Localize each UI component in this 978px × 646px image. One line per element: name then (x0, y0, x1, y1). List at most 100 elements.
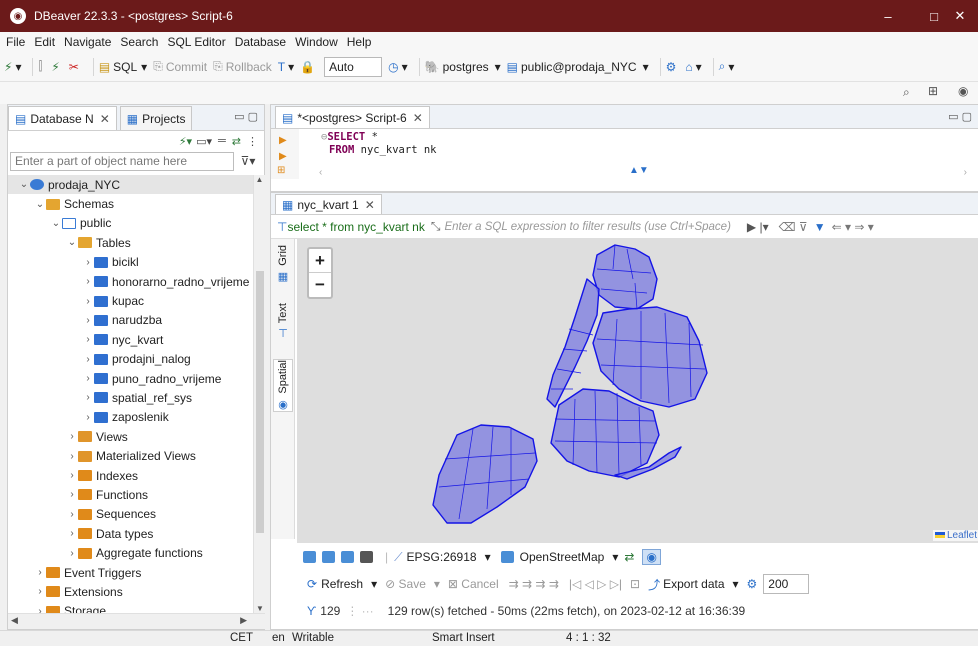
map-attribution[interactable]: Leaflet (932, 530, 978, 541)
connect-button[interactable]: ⫿ (38, 59, 45, 74)
results-filter-input[interactable]: Enter a SQL expression to filter results… (444, 221, 730, 233)
dropdown-arrow-icon[interactable]: ▾ (371, 577, 377, 591)
tab-database-navigator[interactable]: ▤ Database N ✕ (8, 106, 117, 130)
zoom-in-button[interactable]: + (309, 249, 331, 273)
tree-node[interactable]: › Aggregate functions (8, 543, 253, 562)
tree-node[interactable]: › Views (8, 427, 253, 446)
minimize-button[interactable]: – (868, 0, 908, 32)
chevron-right-icon[interactable]: › (82, 296, 94, 307)
print-icon[interactable] (360, 551, 373, 563)
menu-help[interactable]: Help (347, 35, 372, 49)
collapse-all-icon[interactable]: ═ (218, 135, 226, 147)
tab-grid[interactable]: Grid ▦ (273, 245, 293, 283)
perspective-icon[interactable]: ⊞ (928, 84, 938, 98)
menu-search[interactable]: Search (120, 35, 158, 49)
page-navigation-icon[interactable]: |◁ ◁ ▷ ▷| (569, 577, 622, 591)
project-button[interactable]: ⌂ ▾ (685, 60, 701, 74)
chevron-right-icon[interactable]: › (66, 431, 78, 442)
tab-text[interactable]: Text ⊤ (273, 303, 293, 340)
tree-node[interactable]: › Event Triggers (8, 563, 253, 582)
minimize-maximize-icon[interactable]: ▭ ▢ (948, 110, 972, 123)
sql-code[interactable]: ⊖SELECT * FROM nyc_kvart nk (321, 131, 436, 157)
menu-navigate[interactable]: Navigate (64, 35, 111, 49)
scroll-right-icon[interactable]: › (964, 167, 967, 178)
tab-spatial[interactable]: Spatial ◉ (273, 359, 293, 412)
chevron-down-icon[interactable]: ⌄ (18, 179, 30, 190)
tree-node[interactable]: › Data types (8, 524, 253, 543)
chevron-right-icon[interactable]: › (82, 334, 94, 345)
scroll-left-icon[interactable]: ‹ (319, 167, 322, 178)
chevron-down-icon[interactable]: ⌄ (34, 199, 46, 210)
panels-icon[interactable]: ⊡ (630, 577, 640, 591)
dropdown-arrow-icon[interactable]: ▾ (434, 577, 440, 591)
tree-scrollbar[interactable]: ▲ ▼ (253, 175, 265, 613)
execute-statement-icon[interactable]: ▶ (279, 135, 287, 146)
split-handle-icon[interactable]: ▲▼ (629, 165, 649, 176)
tab-projects[interactable]: ▦ Projects (119, 106, 193, 130)
link-editor-icon[interactable]: ⇄ (232, 135, 241, 148)
explain-plan-icon[interactable]: ⊞ (277, 165, 285, 176)
scroll-right-icon[interactable]: ▶ (240, 615, 247, 626)
save-button[interactable]: ⊘ Save (385, 577, 426, 591)
tree-node[interactable]: › honorarno_radno_vrijeme (8, 272, 253, 291)
tree-node[interactable]: › Functions (8, 485, 253, 504)
filter-icon[interactable]: ⊽▾ (234, 154, 262, 168)
tree-node[interactable]: › prodajni_nalog (8, 350, 253, 369)
chevron-right-icon[interactable]: › (34, 606, 46, 613)
rollback-button[interactable]: ⎘ Rollback (213, 59, 272, 74)
tree-node[interactable]: › kupac (8, 291, 253, 310)
chevron-right-icon[interactable]: › (82, 276, 94, 287)
nyc-neighborhoods-map[interactable] (297, 239, 978, 543)
chevron-right-icon[interactable]: › (66, 548, 78, 559)
tree-node[interactable]: › Storage (8, 602, 253, 613)
scroll-left-icon[interactable]: ◀ (11, 615, 18, 626)
disconnect-button[interactable]: ✂ (69, 60, 82, 74)
apply-filter-icon[interactable]: ▶ |▾ (747, 220, 769, 234)
close-button[interactable]: ✕ (940, 0, 978, 32)
tree-horizontal-scrollbar[interactable]: ◀ ▶ (8, 613, 265, 629)
transaction-mode-button[interactable]: T ▾ (278, 60, 294, 74)
chevron-right-icon[interactable]: › (82, 354, 94, 365)
chevron-down-icon[interactable]: ⌄ (50, 218, 62, 229)
chevron-right-icon[interactable]: › (66, 470, 78, 481)
menu-window[interactable]: Window (295, 35, 338, 49)
reconnect-button[interactable]: ⚡ (51, 60, 62, 74)
tab-nyc-kvart-1[interactable]: ▦ nyc_kvart 1 ✕ (275, 194, 382, 214)
scrollbar-thumb[interactable] (256, 271, 264, 533)
query-text[interactable]: ⊤select * from nyc_kvart nk (277, 220, 425, 234)
chevron-right-icon[interactable]: › (82, 373, 94, 384)
dropdown-arrow-icon[interactable]: ▾ (485, 550, 491, 564)
menu-database[interactable]: Database (235, 35, 286, 49)
commit-button[interactable]: ⎘ Commit (153, 59, 207, 74)
navigation-icon[interactable]: ⇐ ▾ ⇒ ▾ (832, 220, 874, 234)
zoom-out-button[interactable]: − (309, 273, 331, 297)
chevron-right-icon[interactable]: › (66, 489, 78, 500)
dbeaver-perspective-icon[interactable]: ◉ (958, 84, 968, 98)
object-filter-input[interactable]: Enter a part of object name here (10, 151, 234, 171)
tree-node[interactable]: ⌄ prodaja_NYC (8, 175, 253, 195)
menu-edit[interactable]: Edit (34, 35, 55, 49)
execute-script-icon[interactable]: ▶ (279, 151, 287, 162)
new-connection-icon[interactable]: ⚡▾ (179, 135, 192, 148)
chevron-right-icon[interactable]: › (82, 412, 94, 423)
menu-file[interactable]: File (6, 35, 25, 49)
auto-commit-field[interactable]: Auto (324, 56, 383, 77)
search-button[interactable]: ⌕ ▾ (719, 59, 735, 74)
chevron-right-icon[interactable]: › (66, 509, 78, 520)
lock-button[interactable]: 🔒 (300, 60, 318, 74)
tree-node[interactable]: › spatial_ref_sys (8, 388, 253, 407)
chevron-right-icon[interactable]: › (82, 257, 94, 268)
gear-icon[interactable]: ⚙ (747, 577, 758, 591)
close-icon[interactable]: ✕ (100, 112, 110, 126)
tree-node[interactable]: ⌄ Tables (8, 233, 253, 252)
scroll-up-icon[interactable]: ▲ (254, 175, 265, 184)
export-data-button[interactable]: Export data (663, 577, 724, 591)
crs-selector[interactable]: EPSG:26918 (407, 550, 477, 564)
scroll-down-icon[interactable]: ▼ (254, 604, 266, 613)
save-image-icon[interactable] (341, 551, 354, 563)
search-icon[interactable]: ⌕ (903, 85, 910, 100)
chevron-right-icon[interactable]: › (66, 451, 78, 462)
tree-node[interactable]: ⌄ Schemas (8, 194, 253, 213)
dropdown-arrow-icon[interactable]: ▾ (612, 550, 618, 564)
menu-sql-editor[interactable]: SQL Editor (167, 35, 225, 49)
